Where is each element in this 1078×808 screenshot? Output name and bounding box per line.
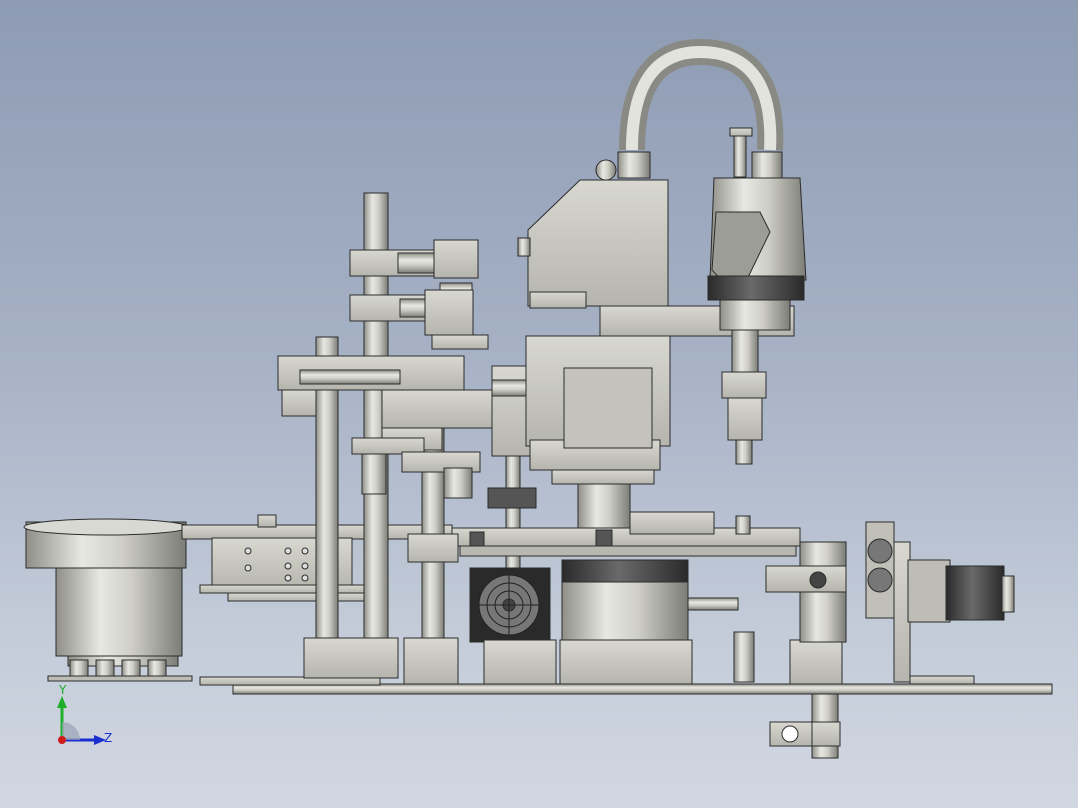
axis-triad: Y Z [44,682,124,754]
scara-robot [517,38,807,531]
cad-viewport[interactable]: Y Z [0,0,1078,808]
hanging-clamp [769,693,841,759]
servo-motor-fan [469,567,551,643]
reducer-housing [559,559,739,685]
y-axis-label: Y [59,683,67,697]
cad-model-assembly[interactable] [0,0,1078,808]
z-axis-label: Z [104,731,113,745]
vibratory-bowl-feeder [23,518,193,682]
